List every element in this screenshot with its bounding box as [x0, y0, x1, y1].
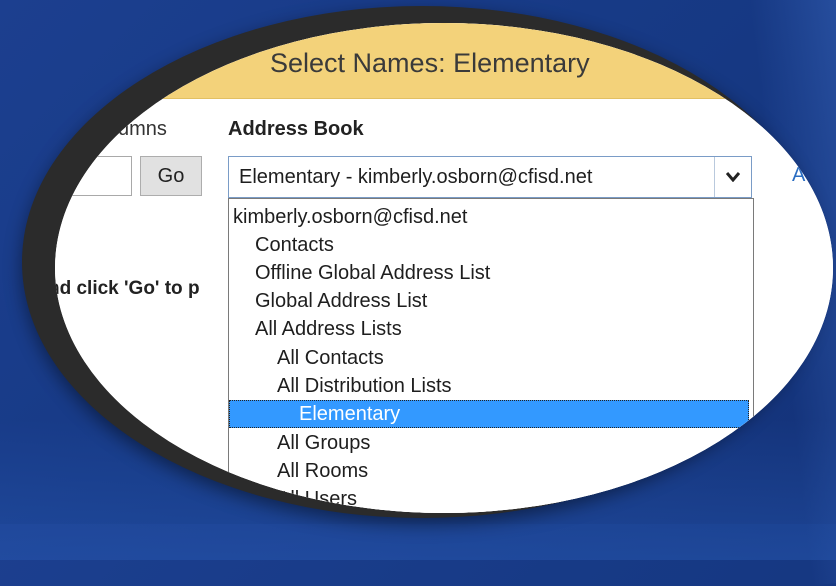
magnifier-frame: Select Names: Elementary umns Address Bo… — [22, 6, 833, 518]
title-bar: Select Names: Elementary — [55, 23, 833, 99]
list-item[interactable]: All Rooms — [229, 457, 749, 485]
go-button[interactable]: Go — [140, 156, 202, 196]
magnifier-view: Select Names: Elementary umns Address Bo… — [55, 23, 833, 513]
list-item[interactable]: All Groups — [229, 429, 749, 457]
list-item[interactable]: All Users — [229, 485, 749, 513]
address-book-selected-value: Elementary - kimberly.osborn@cfisd.net — [239, 166, 593, 188]
list-item-selected[interactable]: Elementary — [229, 400, 749, 428]
advanced-find-link[interactable]: Ad — [792, 164, 816, 187]
list-item-label: All Distribution Lists — [277, 375, 452, 397]
go-button-label: Go — [157, 164, 185, 187]
list-item-label: All Rooms — [277, 460, 369, 482]
address-book-select[interactable]: Elementary - kimberly.osborn@cfisd.net — [228, 156, 752, 198]
list-item-label: All Address Lists — [255, 318, 402, 340]
list-item-label: Global Address List — [255, 290, 428, 312]
columns-label[interactable]: umns — [118, 118, 167, 141]
list-item-label: All Users — [277, 488, 358, 510]
list-item-label: All Contacts — [277, 347, 384, 369]
search-input[interactable] — [55, 156, 132, 196]
list-item-label: kimberly.osborn@cfisd.net — [233, 206, 468, 228]
list-item-label: Elementary — [299, 403, 401, 425]
list-item[interactable]: kimberly.osborn@cfisd.net — [229, 203, 749, 231]
list-item[interactable]: Global Address List — [229, 287, 749, 315]
list-item-label: Offline Global Address List — [255, 262, 491, 284]
list-item[interactable]: All Contacts — [229, 344, 749, 372]
list-item[interactable]: Offline Global Address List — [229, 259, 749, 287]
list-item-label: Contacts — [255, 234, 334, 256]
list-item[interactable]: Contacts — [229, 231, 749, 259]
instruction-text: nd click 'Go' to p — [55, 278, 200, 299]
list-item[interactable]: All Address Lists — [229, 315, 749, 343]
select-names-dialog: Select Names: Elementary umns Address Bo… — [55, 23, 833, 513]
list-item-label: All Groups — [277, 432, 371, 454]
address-book-label: Address Book — [228, 118, 364, 140]
address-book-dropdown-list[interactable]: kimberly.osborn@cfisd.net Contacts Offli… — [228, 198, 754, 513]
chevron-down-icon[interactable] — [714, 157, 751, 197]
list-item[interactable]: All Distribution Lists — [229, 372, 749, 400]
dialog-title: Select Names: Elementary — [270, 48, 590, 78]
